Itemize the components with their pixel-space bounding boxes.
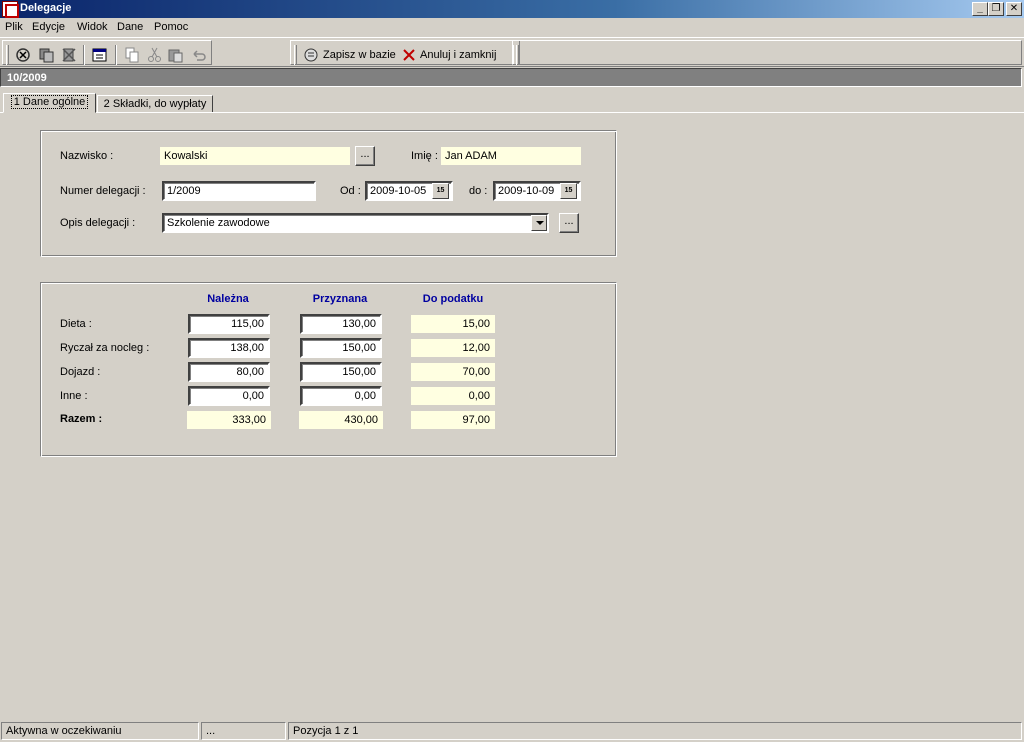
record-header: 10/2009 <box>0 68 1022 87</box>
menu-bar: Plik Edycje Widok Dane Pomoc <box>0 19 1024 37</box>
menu-edycje[interactable]: Edycje <box>32 21 65 33</box>
toolbar-grip[interactable] <box>6 45 9 65</box>
toolbar-separator <box>115 45 117 65</box>
dieta-nalezna-field[interactable]: 115,00 <box>188 314 270 334</box>
nazwisko-lookup-button[interactable]: ... <box>355 146 375 166</box>
app-icon[interactable] <box>2 1 19 18</box>
row-label-razem: Razem : <box>60 413 103 425</box>
tab-dane-ogolne[interactable]: 1 Dane ogólne <box>3 93 96 113</box>
opis-delegacji-combo[interactable]: Szkolenie zawodowe <box>162 213 549 233</box>
menu-plik[interactable]: Plik <box>5 21 23 33</box>
properties-icon[interactable] <box>91 46 109 64</box>
close-button[interactable]: ✕ <box>1006 2 1022 16</box>
dieta-przyznana-field[interactable]: 130,00 <box>300 314 382 334</box>
column-header-przyznana: Przyznana <box>312 293 368 305</box>
ryczalt-nalezna-field[interactable]: 138,00 <box>188 338 270 358</box>
opis-dropdown-arrow-icon[interactable] <box>531 215 547 231</box>
status-middle: ... <box>201 722 286 740</box>
od-label: Od : <box>340 185 361 197</box>
dojazd-nalezna-field[interactable]: 80,00 <box>188 362 270 382</box>
razem-przyznana-value: 430,00 <box>299 411 383 429</box>
tab-label: 1 Dane ogólne <box>10 95 89 109</box>
dojazd-przyznana-field[interactable]: 150,00 <box>300 362 382 382</box>
ryczalt-do-podatku-value: 12,00 <box>411 339 495 357</box>
numer-delegacji-label: Numer delegacji : <box>60 185 146 197</box>
row-label-dieta: Dieta : <box>60 318 92 330</box>
toolbar-grip[interactable] <box>516 45 519 65</box>
nazwisko-label: Nazwisko : <box>60 150 114 162</box>
tab-page: Nazwisko : Kowalski ... Imię : Jan ADAM … <box>0 112 1024 718</box>
cancel-icon <box>403 49 415 61</box>
column-header-nalezna: Należna <box>207 293 249 305</box>
row-label-ryczalt: Ryczał za nocleg : <box>60 342 150 354</box>
tab-label: 2 Składki, do wypłaty <box>103 98 207 110</box>
toolbar: Zapisz w bazie Anuluj i zamknij <box>0 37 1024 67</box>
undo-icon[interactable] <box>190 46 208 64</box>
status-bar: Aktywna w oczekiwaniu ... Pozycja 1 z 1 <box>0 720 1024 742</box>
status-state: Aktywna w oczekiwaniu <box>1 722 199 740</box>
restore-button[interactable]: ❐ <box>988 2 1004 16</box>
minimize-button[interactable]: _ <box>972 2 988 16</box>
copy-record-icon[interactable] <box>38 46 56 64</box>
toolbar-grip[interactable] <box>294 45 297 65</box>
window-title: Delegacje <box>20 2 72 14</box>
toolbar-action-group: Zapisz w bazie Anuluj i zamknij <box>290 40 520 65</box>
do-label: do : <box>469 185 488 197</box>
inne-przyznana-field[interactable]: 0,00 <box>300 386 382 406</box>
toolbar-separator <box>83 45 85 65</box>
menu-pomoc[interactable]: Pomoc <box>154 21 188 33</box>
razem-do-podatku-value: 97,00 <box>411 411 495 429</box>
delete-record-icon[interactable] <box>60 46 78 64</box>
inne-do-podatku-value: 0,00 <box>411 387 495 405</box>
column-header-do-podatku: Do podatku <box>422 293 484 305</box>
title-bar: Delegacje _ ❐ ✕ <box>0 0 1024 18</box>
copy-icon[interactable] <box>123 46 141 64</box>
record-title: 10/2009 <box>7 72 47 84</box>
row-label-inne: Inne : <box>60 390 88 402</box>
opis-delegacji-label: Opis delegacji : <box>60 217 136 229</box>
status-position: Pozycja 1 z 1 <box>288 722 1022 740</box>
numer-delegacji-field[interactable]: 1/2009 <box>162 181 316 201</box>
nazwisko-field[interactable]: Kowalski <box>160 147 350 165</box>
cancel-and-close-button[interactable]: Anuluj i zamknij <box>401 46 507 64</box>
do-calendar-icon[interactable]: 15 <box>560 183 577 199</box>
cancel-label: Anuluj i zamknij <box>420 49 497 61</box>
imie-field[interactable]: Jan ADAM <box>441 147 581 165</box>
menu-dane[interactable]: Dane <box>117 21 143 33</box>
dieta-do-podatku-value: 15,00 <box>411 315 495 333</box>
imie-label: Imię : <box>411 150 438 162</box>
razem-nalezna-value: 333,00 <box>187 411 271 429</box>
dojazd-do-podatku-value: 70,00 <box>411 363 495 381</box>
od-calendar-icon[interactable]: 15 <box>432 183 449 199</box>
toolbar-empty-group <box>512 40 1022 65</box>
inne-nalezna-field[interactable]: 0,00 <box>188 386 270 406</box>
tab-skladki[interactable]: 2 Składki, do wypłaty <box>97 95 213 113</box>
cut-icon[interactable] <box>146 46 164 64</box>
refresh-delete-icon[interactable] <box>14 46 32 64</box>
menu-widok[interactable]: Widok <box>77 21 108 33</box>
paste-icon[interactable] <box>167 46 185 64</box>
ryczalt-przyznana-field[interactable]: 150,00 <box>300 338 382 358</box>
toolbar-edit-group <box>2 40 212 65</box>
opis-lookup-button[interactable]: ... <box>559 213 579 233</box>
save-icon <box>304 48 318 62</box>
row-label-dojazd: Dojazd : <box>60 366 101 378</box>
save-label: Zapisz w bazie <box>323 49 396 61</box>
save-to-database-button[interactable]: Zapisz w bazie <box>303 46 397 64</box>
